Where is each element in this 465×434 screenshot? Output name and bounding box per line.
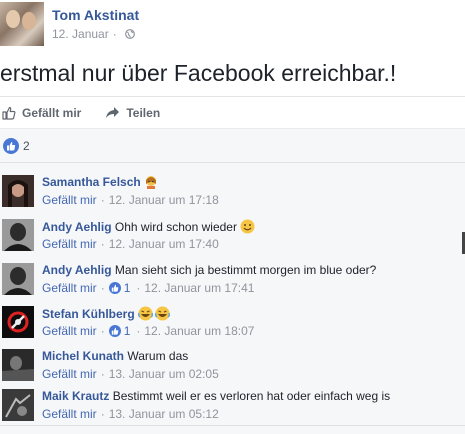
share-arrow-icon <box>106 107 120 118</box>
author-avatar[interactable] <box>0 2 44 46</box>
globe-icon[interactable] <box>124 29 135 39</box>
like-button[interactable]: Gefällt mir <box>2 106 81 120</box>
comment-time[interactable]: 12. Januar um 17:41 <box>144 281 254 295</box>
commenter-avatar[interactable] <box>2 219 34 251</box>
like-reaction-icon <box>3 137 19 154</box>
post-meta: 12. Januar · <box>52 27 135 41</box>
comment-body: Andy Aehlig Man sieht sich ja bestimmt m… <box>42 263 376 277</box>
commenter-avatar[interactable] <box>2 175 34 207</box>
post-header: Tom Akstinat 12. Januar · <box>0 0 465 52</box>
comment-like-button[interactable]: Gefällt mir <box>42 324 97 338</box>
commenter-name[interactable]: Andy Aehlig <box>42 220 112 234</box>
share-button[interactable]: Teilen <box>105 106 160 120</box>
commenter-avatar[interactable] <box>2 349 34 381</box>
comment-meta: Gefällt mir · 13. Januar um 05:12 <box>42 407 219 421</box>
comment-time[interactable]: 12. Januar um 18:07 <box>144 324 254 338</box>
commenter-name[interactable]: Michel Kunath <box>42 349 124 363</box>
comment-like-count[interactable]: 1 <box>124 281 131 295</box>
comment-text: Ohh wird schon wieder <box>114 220 237 234</box>
comment-item: Michel Kunath Warum das Gefällt mir · 13… <box>0 349 465 389</box>
comment-body: Michel Kunath Warum das <box>42 349 188 363</box>
comment-text: Bestimmt weil er es verloren hat oder ei… <box>112 389 391 403</box>
author-name[interactable]: Tom Akstinat <box>52 7 139 23</box>
separator: · <box>112 27 117 41</box>
post-text: erstmal nur über Facebook erreichbar.! <box>0 60 397 86</box>
comment-like-button[interactable]: Gefällt mir <box>42 407 97 421</box>
comment-item: Andy Aehlig Man sieht sich ja bestimmt m… <box>0 263 465 303</box>
like-reaction-icon <box>108 282 121 294</box>
comment-time[interactable]: 12. Januar um 17:40 <box>109 237 219 251</box>
post-date[interactable]: 12. Januar <box>52 27 109 41</box>
comment-item: Maik Krautz Bestimmt weil er es verloren… <box>0 389 465 429</box>
comment-time[interactable]: 13. Januar um 02:05 <box>109 367 219 381</box>
comment-body: Andy Aehlig Ohh wird schon wieder <box>42 219 255 234</box>
like-reaction-icon <box>108 325 121 337</box>
comment-meta: Gefällt mir · 13. Januar um 02:05 <box>42 367 219 381</box>
commenter-name[interactable]: Andy Aehlig <box>42 263 112 277</box>
comment-like-count[interactable]: 1 <box>124 324 131 338</box>
comment-like-button[interactable]: Gefällt mir <box>42 193 97 207</box>
comment-time[interactable]: 13. Januar um 05:12 <box>109 407 219 421</box>
comment-body: Stefan Kühlberg <box>42 306 171 321</box>
commenter-avatar[interactable] <box>2 389 34 421</box>
comment-like-button[interactable]: Gefällt mir <box>42 237 97 251</box>
comment-meta: Gefällt mir · 12. Januar um 17:18 <box>42 193 219 207</box>
comment-meta: Gefällt mir · 1 · 12. Januar um 18:07 <box>42 324 255 338</box>
smile-emoji <box>240 219 255 234</box>
commenter-avatar[interactable] <box>2 263 34 295</box>
commenter-name[interactable]: Samantha Felsch <box>42 175 141 189</box>
reaction-count: 2 <box>23 138 30 153</box>
laugh-emoji <box>138 306 171 321</box>
commenter-name[interactable]: Stefan Kühlberg <box>42 307 135 321</box>
comment-like-button[interactable]: Gefällt mir <box>42 367 97 381</box>
post-actions: Gefällt mir Teilen <box>0 96 465 128</box>
share-label: Teilen <box>126 105 161 120</box>
comment-meta: Gefällt mir · 12. Januar um 17:40 <box>42 237 219 251</box>
person-emoji <box>146 176 157 189</box>
comment-item: Samantha Felsch Gefällt mir · 12. Januar… <box>0 175 465 215</box>
comment-meta: Gefällt mir · 1 · 12. Januar um 17:41 <box>42 281 255 295</box>
like-label: Gefällt mir <box>22 105 82 120</box>
commenter-name[interactable]: Maik Krautz <box>42 389 109 403</box>
reaction-summary[interactable]: 2 <box>0 129 465 163</box>
divider <box>0 425 465 426</box>
comment-like-button[interactable]: Gefällt mir <box>42 281 97 295</box>
comment-body: Samantha Felsch <box>42 175 158 189</box>
comment-text: Man sieht sich ja bestimmt morgen im blu… <box>114 263 377 277</box>
comment-time[interactable]: 12. Januar um 17:18 <box>109 193 219 207</box>
comment-item: Andy Aehlig Ohh wird schon wieder Gefäll… <box>0 219 465 259</box>
comment-item: Stefan Kühlberg Gefällt mir · 1 · 12. Ja… <box>0 306 465 346</box>
thumbs-up-icon <box>2 106 16 120</box>
commenter-avatar[interactable] <box>2 306 34 338</box>
comment-body: Maik Krautz Bestimmt weil er es verloren… <box>42 389 390 403</box>
comments-section: 2 Samantha Felsch Gefällt mir · 12. Janu… <box>0 128 465 434</box>
comment-text: Warum das <box>127 349 189 363</box>
